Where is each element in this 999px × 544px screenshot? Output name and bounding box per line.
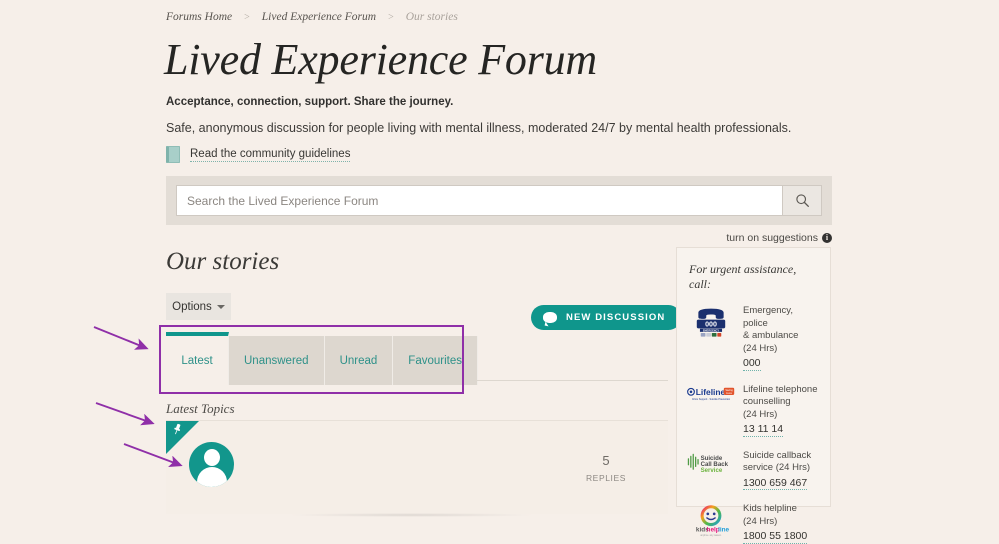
urgent-item-text: Lifeline telephone counselling (24 Hrs) …	[743, 384, 820, 437]
list-item: 000 EMERGENCY Emergency, police & ambula…	[687, 305, 820, 371]
kids-helpline-logo: kids help line anytime. any reason.	[687, 503, 735, 544]
topic-content-placeholder	[272, 437, 522, 497]
replies-counter: 5 REPLIES	[566, 453, 646, 483]
svg-text:Service: Service	[701, 466, 723, 473]
urgent-assistance-panel: For urgent assistance, call: 000 EMERGEN…	[676, 247, 831, 544]
urgent-item-name: Suicide callback	[743, 449, 812, 461]
list-item: kids help line anytime. any reason. Kids…	[687, 503, 820, 544]
avatar[interactable]	[189, 442, 234, 487]
lifeline-logo: Lifeline Saving Lives Crisis Support · S…	[687, 384, 735, 437]
avatar-body	[196, 467, 227, 487]
urgent-item-name: Emergency, police	[743, 305, 793, 329]
book-icon	[166, 146, 180, 163]
speech-bubble-icon	[543, 312, 557, 323]
svg-text:anytime. any reason.: anytime. any reason.	[700, 534, 722, 537]
breadcrumb-separator: >	[244, 11, 250, 23]
chevron-down-icon	[216, 304, 225, 309]
turn-on-suggestions-link[interactable]: turn on suggestions	[726, 232, 818, 244]
search-icon	[795, 194, 809, 207]
svg-text:Crisis Support · Suicide Preve: Crisis Support · Suicide Prevention	[692, 398, 731, 401]
search-button[interactable]	[782, 185, 822, 216]
tab-unanswered[interactable]: Unanswered	[229, 336, 325, 385]
breadcrumb-item-forums-home[interactable]: Forums Home	[166, 11, 232, 23]
urgent-item-text: Kids helpline (24 Hrs) 1800 55 1800	[743, 503, 820, 544]
emergency-000-logo: 000 EMERGENCY	[687, 305, 735, 371]
topic-filter-tabs: Latest Unanswered Unread Favourites	[166, 332, 478, 385]
urgent-item-line2: counselling	[743, 396, 791, 407]
breadcrumb: Forums Home > Lived Experience Forum > O…	[166, 11, 458, 23]
replies-label: REPLIES	[585, 473, 627, 483]
urgent-item-hours: (24 Hrs)	[743, 342, 778, 354]
urgent-item-name: Lifeline telephone	[743, 383, 818, 395]
urgent-item-text: Emergency, police & ambulance (24 Hrs) 0…	[743, 305, 820, 371]
options-button-label: Options	[172, 300, 212, 313]
forum-page: Forums Home > Lived Experience Forum > O…	[0, 0, 999, 544]
urgent-item-phone[interactable]: 1300 659 467	[743, 477, 808, 490]
section-title: Our stories	[166, 248, 280, 275]
tab-unread[interactable]: Unread	[324, 336, 394, 385]
new-discussion-label: NEW DISCUSSION	[566, 312, 666, 323]
page-description: Safe, anonymous discussion for people li…	[166, 121, 792, 135]
info-icon[interactable]: i	[822, 233, 832, 243]
urgent-item-hours: (24 Hrs)	[743, 408, 778, 420]
tab-favourites[interactable]: Favourites	[393, 336, 478, 385]
svg-text:Lifeline: Lifeline	[696, 387, 726, 397]
urgent-item-line2: (24 Hrs)	[743, 515, 778, 527]
urgent-item-line2: & ambulance	[743, 330, 799, 341]
latest-topics-label: Latest Topics	[166, 401, 235, 416]
tabs-underline	[464, 380, 668, 381]
community-guidelines-link[interactable]: Read the community guidelines	[190, 148, 351, 162]
new-discussion-button[interactable]: NEW DISCUSSION	[531, 305, 682, 330]
arrow-to-tabs	[93, 326, 149, 350]
svg-text:EMERGENCY: EMERGENCY	[703, 329, 720, 332]
suggestions-row: turn on suggestions i	[166, 232, 832, 244]
options-button[interactable]: Options	[166, 293, 231, 320]
svg-text:000: 000	[705, 321, 717, 329]
urgent-item-phone[interactable]: 1800 55 1800	[743, 530, 808, 544]
tab-latest[interactable]: Latest	[166, 332, 229, 385]
breadcrumb-item-our-stories: Our stories	[405, 11, 458, 23]
list-item: Suicide Call Back Service Suicide callba…	[687, 449, 820, 491]
replies-count: 5	[602, 453, 610, 468]
search-bar	[166, 176, 832, 225]
breadcrumb-separator: >	[388, 11, 394, 23]
suicide-call-back-logo: Suicide Call Back Service	[687, 450, 735, 491]
page-title: Lived Experience Forum	[164, 35, 598, 84]
urgent-item-text: Suicide callback service (24 Hrs) 1300 6…	[743, 449, 820, 490]
urgent-item-phone[interactable]: 13 11 14	[743, 423, 784, 437]
search-input[interactable]	[176, 185, 782, 216]
table-row[interactable]: 5 REPLIES	[166, 420, 668, 517]
page-tagline: Acceptance, connection, support. Share t…	[166, 96, 454, 108]
list-item: Lifeline Saving Lives Crisis Support · S…	[687, 384, 820, 437]
svg-text:line: line	[718, 527, 729, 534]
urgent-assistance-title: For urgent assistance, call:	[689, 262, 797, 291]
arrow-to-latest-topics	[95, 402, 155, 426]
breadcrumb-item-lived-experience-forum[interactable]: Lived Experience Forum	[262, 11, 376, 23]
urgent-item-phone[interactable]: 000	[743, 357, 761, 371]
avatar-head	[203, 449, 220, 466]
community-guidelines-row[interactable]: Read the community guidelines	[166, 146, 351, 163]
svg-text:Lives: Lives	[726, 391, 732, 394]
urgent-item-line2: service (24 Hrs)	[743, 462, 811, 473]
